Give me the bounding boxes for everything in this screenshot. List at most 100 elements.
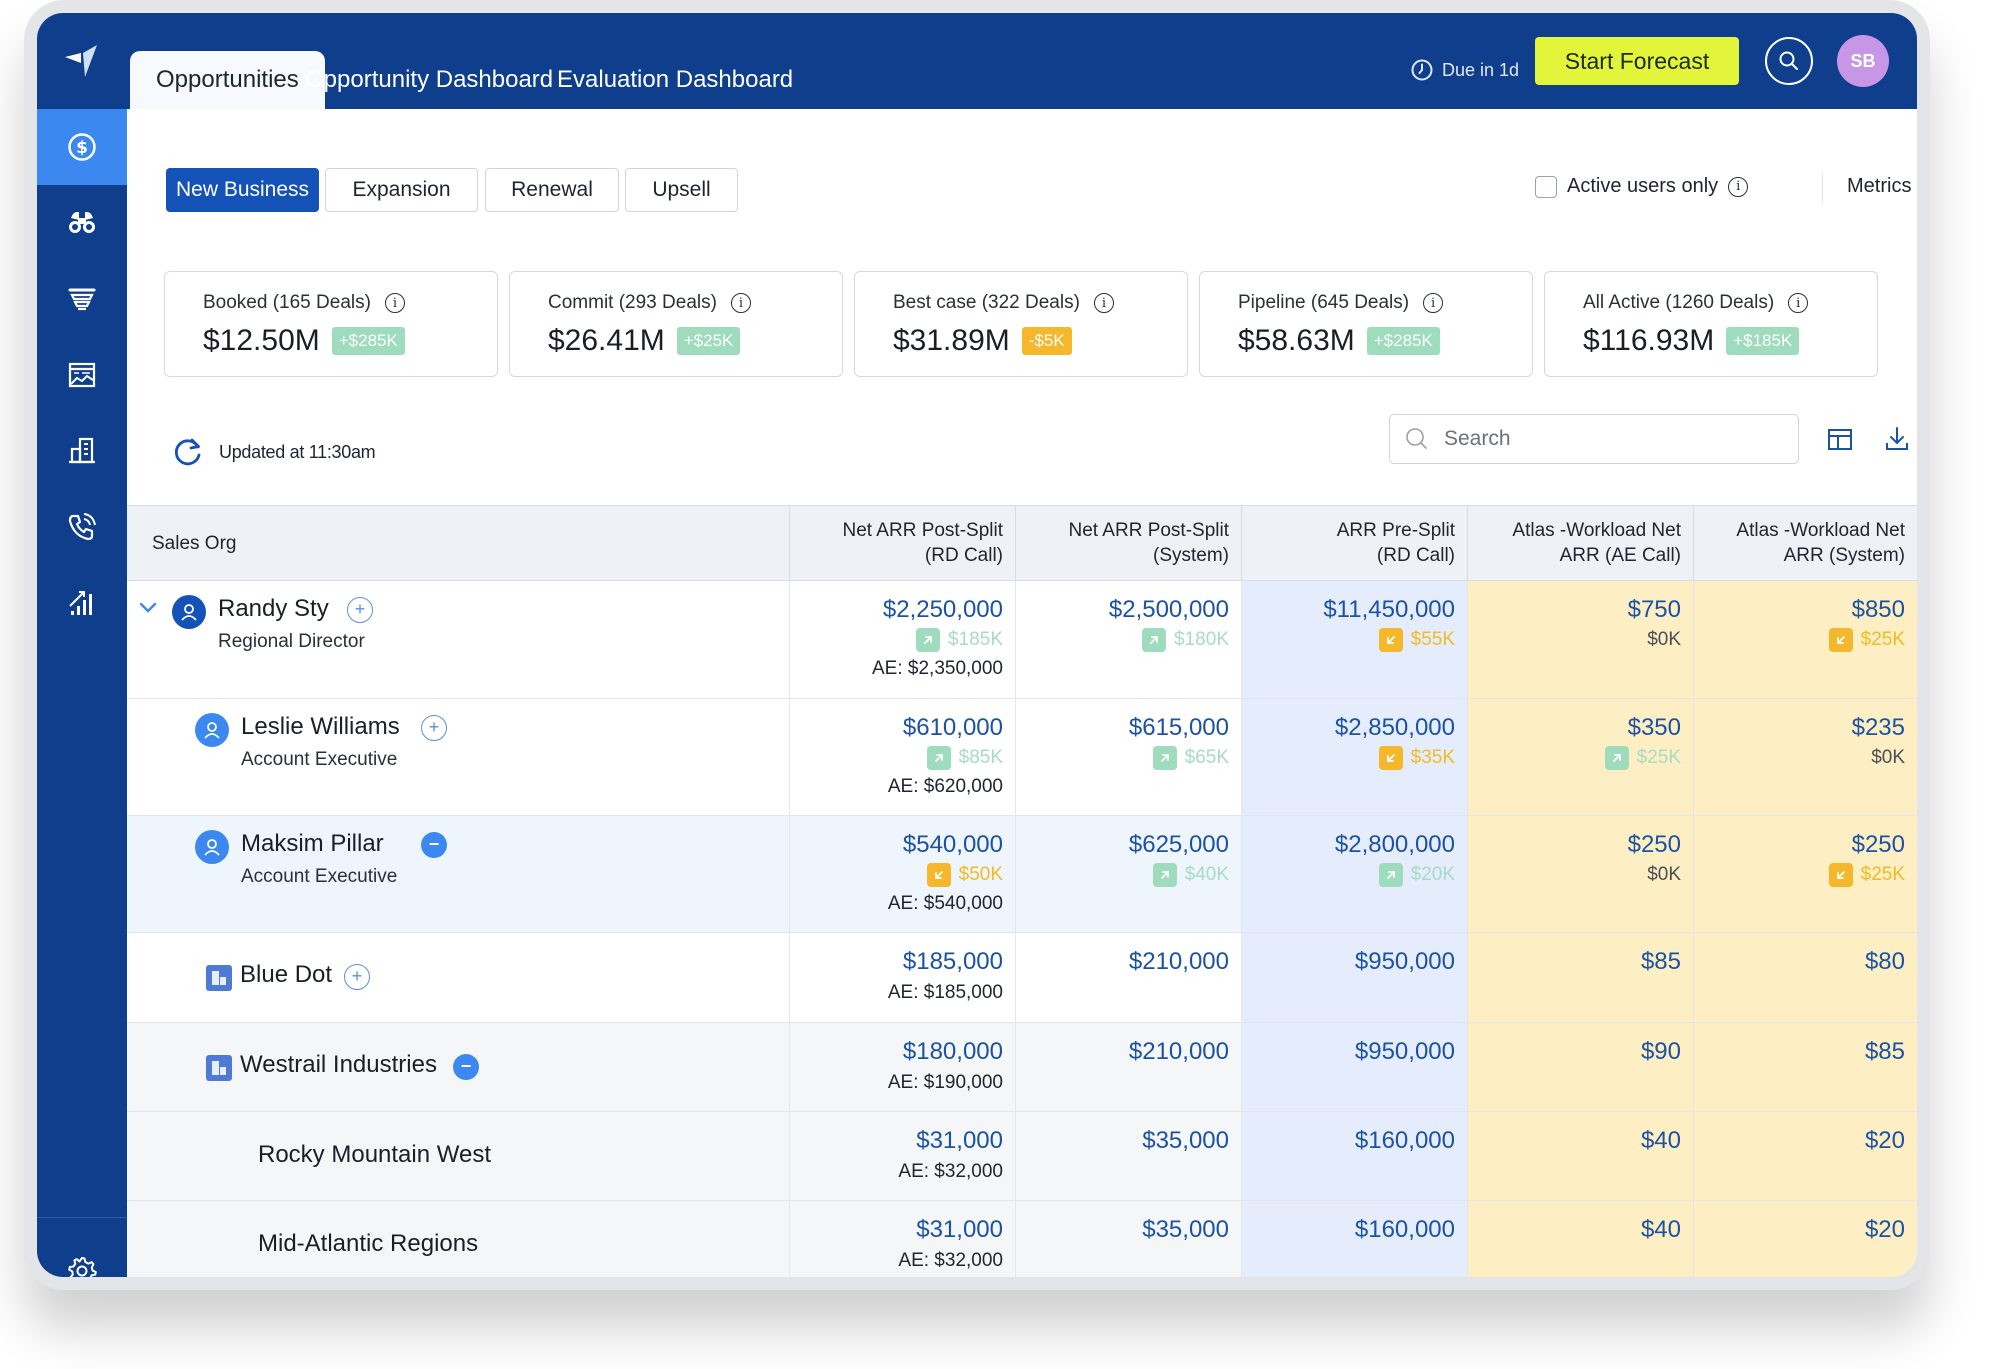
global-search-button[interactable] — [1765, 37, 1813, 85]
sales-org-cell: Mid-Atlantic Regions — [127, 1201, 789, 1277]
expand-plus-button[interactable]: + — [421, 715, 447, 741]
cell-value: $85 — [1864, 1038, 1905, 1065]
value-cell[interactable]: $180,000 AE: $190,000 — [789, 1023, 1015, 1111]
value-cell[interactable]: $85 — [1467, 933, 1693, 1022]
value-cell[interactable]: $185,000 AE: $185,000 — [789, 933, 1015, 1022]
column-header-atlas-system[interactable]: Atlas -Workload Net ARR (System) — [1693, 506, 1917, 580]
value-cell[interactable]: $2,850,000 $35K — [1241, 699, 1467, 815]
phone-call-icon — [68, 513, 96, 541]
start-forecast-button[interactable]: Start Forecast — [1535, 37, 1739, 85]
person-name[interactable]: Randy Sty — [218, 595, 329, 623]
info-icon[interactable]: i — [1093, 293, 1114, 313]
value-cell[interactable]: $210,000 — [1015, 1023, 1241, 1111]
value-cell[interactable]: $235 $0K — [1693, 699, 1917, 815]
column-layout-button[interactable] — [1822, 421, 1858, 457]
value-cell[interactable]: $20 — [1693, 1112, 1917, 1200]
value-cell[interactable]: $31,000 AE: $32,000 — [789, 1201, 1015, 1277]
expand-plus-button[interactable]: + — [344, 964, 370, 990]
value-cell[interactable]: $2,500,000 $180K — [1015, 581, 1241, 698]
search-input[interactable] — [1444, 427, 1774, 451]
sidebar-item-calls[interactable] — [37, 489, 127, 565]
value-cell[interactable]: $40 — [1467, 1112, 1693, 1200]
value-cell[interactable]: $20 — [1693, 1201, 1917, 1277]
value-cell[interactable]: $2,800,000 $20K — [1241, 816, 1467, 932]
value-cell[interactable]: $35,000 — [1015, 1201, 1241, 1277]
download-button[interactable] — [1879, 421, 1915, 457]
value-cell[interactable]: $35,000 — [1015, 1112, 1241, 1200]
info-icon[interactable]: i — [1788, 293, 1809, 313]
user-avatar[interactable]: SB — [1837, 35, 1889, 87]
value-cell[interactable]: $210,000 — [1015, 933, 1241, 1022]
table-row[interactable]: Leslie Williams Account Executive + $610,00… — [127, 699, 1917, 816]
table-row[interactable]: Blue Dot + $185,000 AE: $185,000 $210,000 $95… — [127, 933, 1917, 1023]
expand-plus-button[interactable]: + — [347, 597, 373, 623]
segment-new-business[interactable]: New Business — [166, 168, 319, 212]
value-cell[interactable]: $615,000 $65K — [1015, 699, 1241, 815]
segment-upsell[interactable]: Upsell — [625, 168, 738, 212]
cell-value: $850 — [1851, 596, 1905, 623]
info-icon[interactable]: i — [1423, 293, 1444, 313]
cell-delta: $35K — [1242, 745, 1455, 771]
value-cell[interactable]: $540,000 $50K AE: $540,000 — [789, 816, 1015, 932]
collapse-minus-button[interactable]: − — [453, 1054, 479, 1080]
value-cell[interactable]: $625,000 $40K — [1015, 816, 1241, 932]
column-header-net-arr-post-split-rd[interactable]: Net ARR Post-Split (RD Call) — [789, 506, 1015, 580]
sidebar-item-revenue[interactable]: $ — [37, 109, 127, 185]
table-row[interactable]: Randy Sty Regional Director + $2,250,000 $18… — [127, 581, 1917, 699]
region-name[interactable]: Rocky Mountain West — [258, 1141, 491, 1169]
value-cell[interactable]: $950,000 — [1241, 1023, 1467, 1111]
sidebar-item-reports[interactable] — [37, 337, 127, 413]
column-header-atlas-ae-call[interactable]: Atlas -Workload Net ARR (AE Call) — [1467, 506, 1693, 580]
value-cell[interactable]: $2,250,000 $185K AE: $2,350,000 — [789, 581, 1015, 698]
arrow-up-right-icon — [1604, 746, 1629, 770]
column-header-sales-org[interactable]: Sales Org — [152, 506, 789, 580]
value-cell[interactable]: $11,450,000 $55K — [1241, 581, 1467, 698]
sidebar-item-explore[interactable] — [37, 185, 127, 261]
person-name[interactable]: Leslie Williams — [241, 713, 400, 741]
column-header-net-arr-post-split-system[interactable]: Net ARR Post-Split (System) — [1015, 506, 1241, 580]
person-name[interactable]: Maksim Pillar — [241, 830, 384, 858]
account-name[interactable]: Westrail Industries — [240, 1051, 437, 1079]
tab-evaluation-dashboard[interactable]: Evaluation Dashboard — [531, 51, 819, 109]
column-header-arr-pre-split-rd[interactable]: ARR Pre-Split (RD Call) — [1241, 506, 1467, 580]
refresh-icon[interactable] — [171, 435, 205, 469]
table-row[interactable]: Rocky Mountain West $31,000 AE: $32,000 $35… — [127, 1112, 1917, 1201]
person-icon — [172, 595, 206, 629]
sidebar-item-pipeline[interactable] — [37, 261, 127, 337]
sidebar-item-settings[interactable] — [37, 1233, 127, 1277]
value-cell[interactable]: $250 $0K — [1467, 816, 1693, 932]
info-icon[interactable]: i — [730, 293, 751, 313]
value-cell[interactable]: $160,000 — [1241, 1112, 1467, 1200]
table-row[interactable]: Westrail Industries − $180,000 AE: $190,000… — [127, 1023, 1917, 1112]
segment-renewal[interactable]: Renewal — [485, 168, 619, 212]
info-icon[interactable]: i — [384, 293, 405, 313]
region-name[interactable]: Mid-Atlantic Regions — [258, 1230, 478, 1258]
value-cell[interactable]: $31,000 AE: $32,000 — [789, 1112, 1015, 1200]
chevron-down-icon[interactable] — [137, 597, 159, 619]
value-cell[interactable]: $85 — [1693, 1023, 1917, 1111]
value-cell[interactable]: $950,000 — [1241, 933, 1467, 1022]
value-cell[interactable]: $850 $25K — [1693, 581, 1917, 698]
segment-expansion[interactable]: Expansion — [325, 168, 478, 212]
sidebar-item-analytics[interactable] — [37, 565, 127, 641]
delta-value: $180K — [1174, 629, 1229, 650]
person-role: Account Executive — [241, 866, 398, 887]
person-icon — [195, 713, 229, 747]
account-name[interactable]: Blue Dot — [240, 961, 332, 989]
value-cell[interactable]: $350 $25K — [1467, 699, 1693, 815]
value-cell[interactable]: $80 — [1693, 933, 1917, 1022]
info-icon[interactable]: i — [1728, 176, 1749, 197]
value-cell[interactable]: $40 — [1467, 1201, 1693, 1277]
collapse-minus-button[interactable]: − — [421, 832, 447, 858]
table-row[interactable]: Maksim Pillar Account Executive − $540,000 $… — [127, 816, 1917, 933]
sidebar-item-accounts[interactable] — [37, 413, 127, 489]
ae-value: AE: $2,350,000 — [872, 658, 1003, 679]
value-cell[interactable]: $90 — [1467, 1023, 1693, 1111]
value-cell[interactable]: $750 $0K — [1467, 581, 1693, 698]
cell-value: $90 — [1640, 1038, 1681, 1065]
value-cell[interactable]: $160,000 — [1241, 1201, 1467, 1277]
value-cell[interactable]: $250 $25K — [1693, 816, 1917, 932]
table-row[interactable]: Mid-Atlantic Regions $31,000 AE: $32,000 $3… — [127, 1201, 1917, 1277]
active-users-checkbox[interactable] — [1535, 175, 1557, 198]
value-cell[interactable]: $610,000 $85K AE: $620,000 — [789, 699, 1015, 815]
